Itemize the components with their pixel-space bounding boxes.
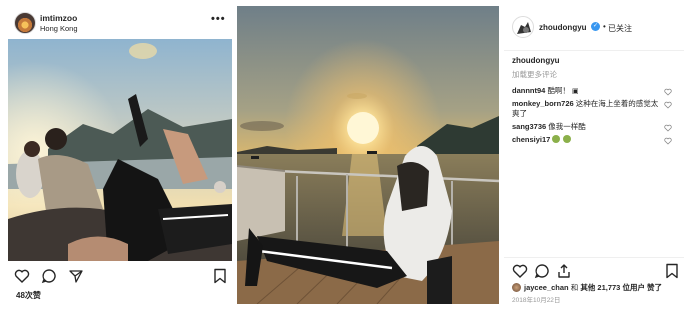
bookmark-icon[interactable] [212,268,228,284]
right-action-bar [512,263,682,279]
left-post-card: imtimzoo Hong Kong ••• 48次赞 [6,3,232,307]
verified-badge-icon: ✓ [591,22,600,31]
comment-icon[interactable] [41,268,57,284]
likes-and: 和 [570,283,579,292]
divider [504,50,684,51]
divider [504,257,684,258]
post-location[interactable]: Hong Kong [40,24,78,33]
comment-username[interactable]: monkey_born726 [512,99,574,108]
avatar[interactable] [512,283,521,292]
emoji-icon [562,135,571,143]
likes-suffix: 位用户 赞了 [622,283,663,292]
comment-like-heart-icon[interactable] [664,137,672,145]
comment-item: monkey_born726 这种在海上坐着的感觉太爽了 [512,99,662,119]
comment-like-heart-icon[interactable] [664,101,672,109]
comment-icon[interactable] [534,263,550,279]
comment-item: chensiyi17 [512,135,662,145]
comment-username[interactable]: dannnt94 [512,86,545,95]
avatar[interactable] [512,16,534,38]
emoji-icon [552,135,561,143]
right-post-panel: zhoudongyu ✓ • 已关注 zhoudongyu 加载更多评论 dan… [504,6,684,304]
separator-dot: • [603,22,606,31]
heart-icon[interactable] [14,268,30,284]
follow-status-button[interactable]: 已关注 [608,23,632,34]
comment-item: dannnt94 酷啊！ ▣ [512,86,662,97]
caption-username[interactable]: zhoudongyu [512,56,560,65]
comment-item: sang3736 像我一样酷 [512,122,662,132]
share-icon[interactable] [68,268,84,284]
post-username[interactable]: imtimzoo [40,13,77,23]
likes-count[interactable]: 21,773 [597,283,620,292]
comment-text: 酷啊！ [547,86,570,95]
comment-like-heart-icon[interactable] [664,124,672,132]
likes-summary: jaycee_chan 和 其他 21,773 位用户 赞了 [512,282,662,293]
likes-count[interactable]: 48次赞 [16,290,41,301]
post-photo [8,39,232,261]
likes-username[interactable]: jaycee_chan [524,283,569,292]
likes-others[interactable]: 其他 [580,283,595,292]
comment-like-heart-icon[interactable] [664,88,672,96]
post-photo-main [237,6,499,304]
more-options-icon[interactable]: ••• [211,13,226,25]
post-date: 2018年10月22日 [512,297,561,304]
left-action-bar [14,268,228,284]
bookmark-icon[interactable] [664,263,680,279]
load-more-comments-link[interactable]: 加载更多评论 [512,69,557,80]
avatar[interactable] [14,12,36,34]
comment-username[interactable]: sang3736 [512,122,546,131]
comment-text: 像我一样酷 [548,122,586,131]
heart-icon[interactable] [512,263,528,279]
emoji-icon: ▣ [572,88,579,95]
comment-username[interactable]: chensiyi17 [512,135,550,144]
post-username[interactable]: zhoudongyu [539,23,587,32]
share-icon[interactable] [556,263,572,279]
